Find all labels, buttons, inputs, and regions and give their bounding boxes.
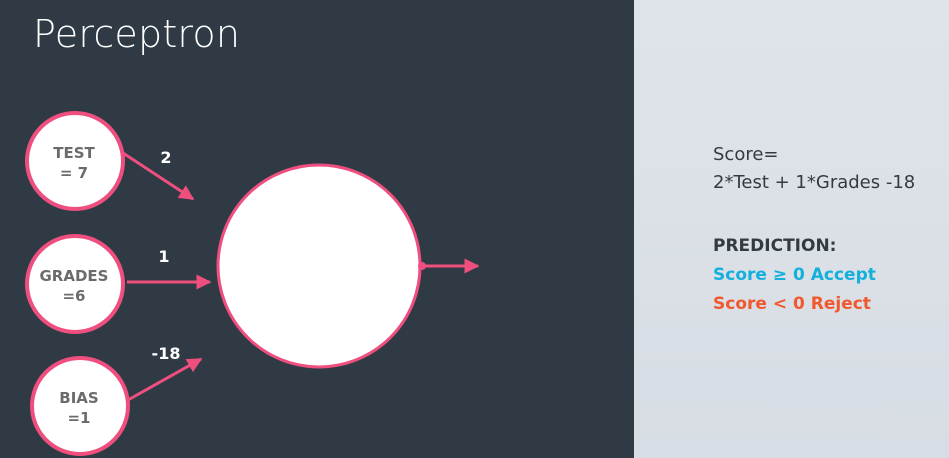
prediction-reject-rule: Score < 0 Reject xyxy=(713,294,871,314)
weight-label-grades: 1 xyxy=(158,247,169,266)
explanation-panel xyxy=(634,0,949,458)
input-node-grades-name: GRADES xyxy=(40,267,109,285)
input-node-test-name: TEST xyxy=(53,144,95,162)
input-node-bias-value: =1 xyxy=(67,409,90,427)
weight-label-bias: -18 xyxy=(152,344,181,363)
slide: Perceptron 2 1 -18 TEST = 7 GRADES =6 BI… xyxy=(0,0,949,458)
input-node-bias-name: BIAS xyxy=(59,389,98,407)
perceptron-node xyxy=(216,163,422,369)
prediction-heading: PREDICTION: xyxy=(713,236,837,256)
perceptron-diagram: 2 1 -18 TEST = 7 GRADES =6 BIAS =1 xyxy=(25,111,480,456)
score-formula-line1: Score= xyxy=(713,144,779,165)
input-node-grades-value: =6 xyxy=(62,287,85,305)
prediction-rules: PREDICTION: Score ≥ 0 Accept Score < 0 R… xyxy=(713,232,876,319)
prediction-accept-rule: Score ≥ 0 Accept xyxy=(713,265,876,285)
input-node-test-value: = 7 xyxy=(60,164,88,182)
output-connector-dot xyxy=(418,262,426,270)
weight-label-test: 2 xyxy=(160,148,171,167)
score-formula: Score= 2*Test + 1*Grades -18 xyxy=(713,141,915,197)
edge-test xyxy=(122,151,195,201)
edge-bias xyxy=(127,357,203,402)
score-formula-line2: 2*Test + 1*Grades -18 xyxy=(713,172,916,193)
